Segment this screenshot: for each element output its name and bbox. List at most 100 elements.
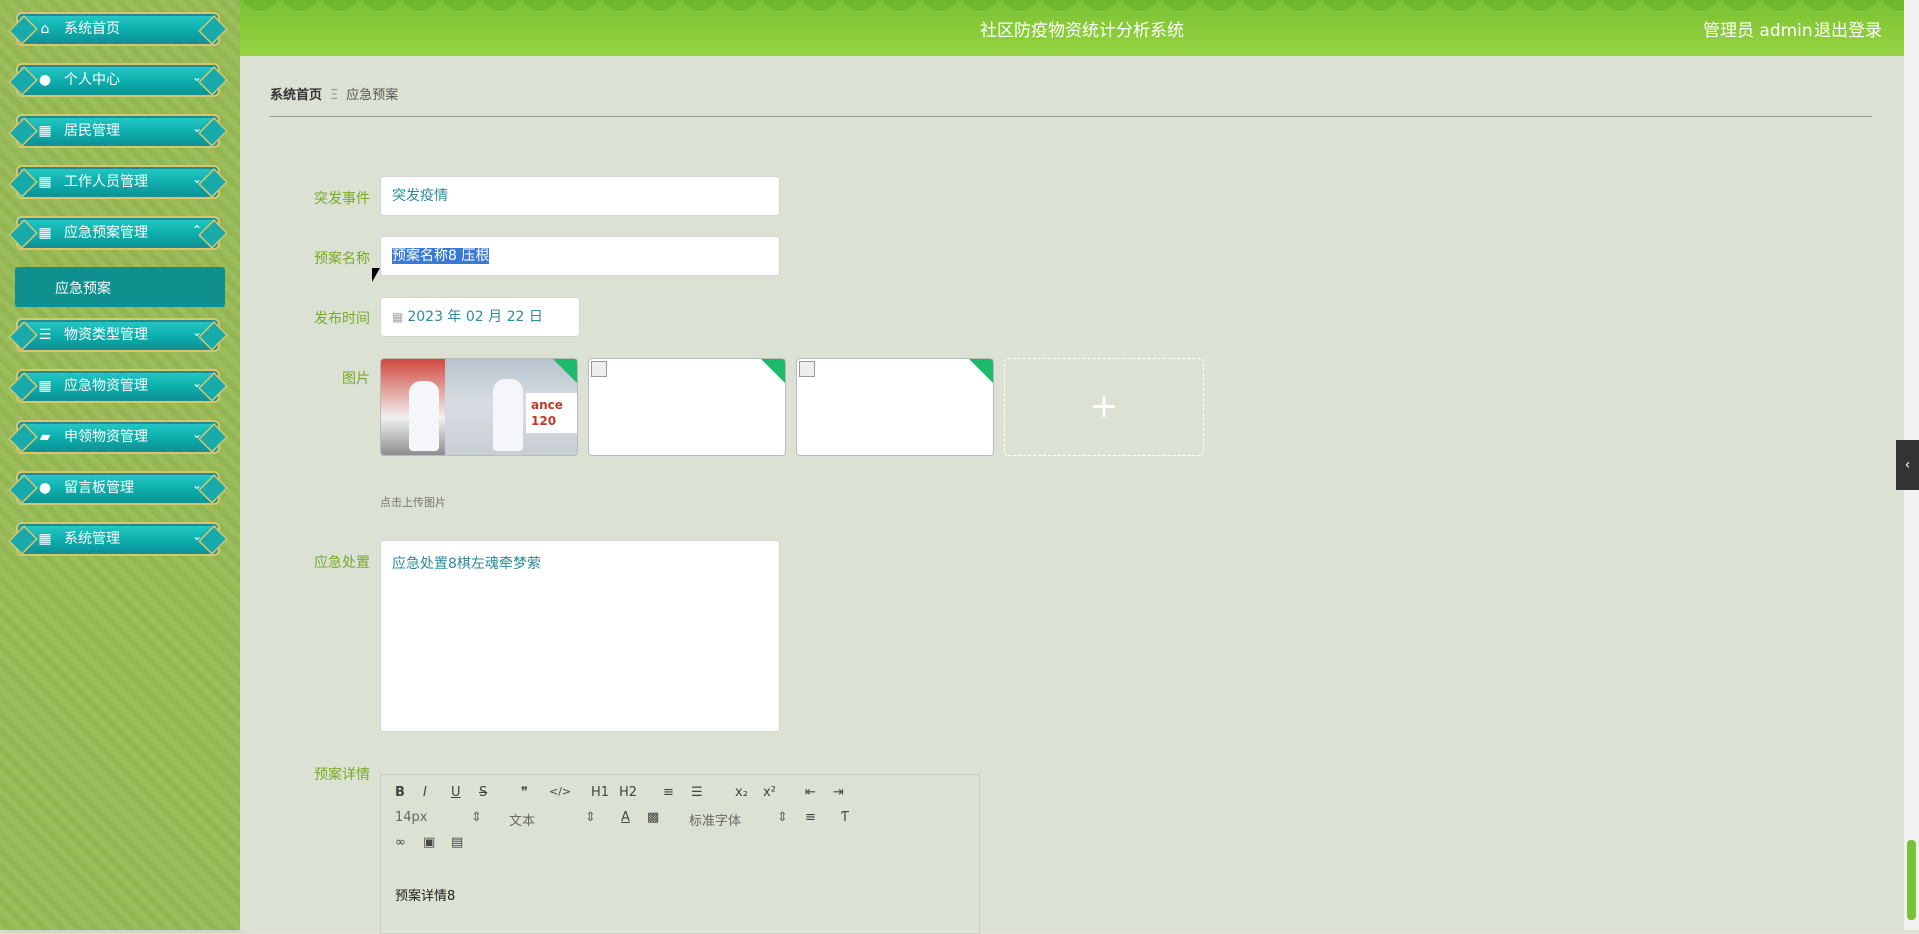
sidebar-item-label: 申领物资管理 [64,429,148,445]
upload-hint: 点击上传图片 [380,496,446,509]
publish-date-value: 2023 年 02 月 22 日 [407,309,543,325]
sidebar-item-emergency-materials[interactable]: ▦ 应急物资管理 ⌄ [8,366,228,406]
main-content: 系统首页 Ξ 应急预案 突发事件 突发疫情 预案名称 预案名称8 压根 发布时间 ▦… [240,56,1904,934]
chevron-down-icon: ⌄ [191,529,202,543]
h1-button[interactable]: H1 [591,785,609,800]
rich-text-editor: B I U S ❞ </> H1 H2 ≡ ☰ x₂ x² ⇤ ⇥ 14px ⇕… [380,774,980,934]
plan-name-input[interactable]: 预案名称8 压根 [380,236,780,276]
home-icon: ⌂ [40,21,50,37]
sidebar-item-label: 应急物资管理 [64,378,148,394]
handling-textarea[interactable]: 应急处置8棋左魂牵梦萦 [380,540,780,732]
sidebar-item-staff[interactable]: ▦ 工作人员管理 ⌄ [8,162,228,202]
video-icon[interactable]: ▤ [451,835,463,850]
font-color-icon[interactable]: A [621,810,630,825]
sidebar-item-residents[interactable]: ▦ 居民管理 ⌄ [8,111,228,151]
grid-icon: ▦ [38,378,52,394]
sidebar-subitem-emergency-plan[interactable]: 应急预案 [15,267,225,307]
grid-icon: ▦ [38,225,52,241]
calendar-icon: ▦ [392,310,404,324]
sidebar-item-messages[interactable]: ● 留言板管理 ⌄ [8,468,228,508]
grid-icon: ▦ [38,123,52,139]
sidebar-item-label: 工作人员管理 [64,174,148,190]
strike-button[interactable]: S [479,785,487,800]
image-text: ance 120 [531,398,563,428]
chevron-updown-icon: ⇕ [471,810,482,825]
chevron-down-icon: ⌄ [191,478,202,492]
detail-label: 预案详情 [314,767,370,783]
image-thumbnail[interactable]: ance 120 [380,358,578,456]
publish-date-label: 发布时间 [314,311,370,327]
image-thumbnail[interactable] [588,358,786,456]
chevron-down-icon: ⌄ [191,121,202,135]
plus-icon: + [1089,386,1119,426]
underline-button[interactable]: U [451,785,461,800]
event-label: 突发事件 [314,191,370,207]
breadcrumb-home[interactable]: 系统首页 [270,88,322,103]
indent-button[interactable]: ⇥ [833,785,844,800]
link-icon[interactable]: ∞ [395,835,406,850]
sidebar-item-label: 物资类型管理 [64,327,148,343]
image-icon[interactable]: ▣ [423,835,435,850]
briefcase-icon: ▰ [39,429,51,445]
ordered-list-button[interactable]: ≡ [663,785,674,800]
chevron-down-icon: ⌄ [191,427,202,441]
logout-link[interactable]: 退出登录 [1814,16,1882,41]
image-label: 图片 [342,371,370,387]
collapse-panel-button[interactable]: ‹ [1896,440,1919,490]
editor-content[interactable]: 预案详情8 [395,885,455,904]
bold-button[interactable]: B [395,785,405,800]
chevron-down-icon: ⌄ [191,172,202,186]
sidebar-item-label: 应急预案管理 [64,225,148,241]
sidebar-item-claims[interactable]: ▰ 申领物资管理 ⌄ [8,417,228,457]
font-size-select[interactable]: 14px [395,810,428,825]
top-header: 社区防疫物资统计分析系统 管理员 admin 退出登录 [240,0,1904,56]
broken-image-icon [591,361,607,377]
bullet-list-button[interactable]: ☰ [691,785,703,800]
divider [270,116,1872,117]
italic-button[interactable]: I [423,785,427,800]
sidebar-subitem-label: 应急预案 [55,281,111,297]
code-button[interactable]: </> [549,785,571,798]
plan-name-label: 预案名称 [314,251,370,267]
sidebar-item-home[interactable]: ⌂ 系统首页 [8,9,228,49]
chevron-left-icon: ‹ [1904,457,1911,473]
sidebar-item-material-types[interactable]: ☰ 物资类型管理 ⌄ [8,315,228,355]
background-color-icon[interactable]: ▩ [647,810,659,825]
chevron-updown-icon: ⇕ [585,810,596,825]
publish-date-picker[interactable]: ▦ 2023 年 02 月 22 日 [380,297,580,337]
align-icon[interactable]: ≡ [805,810,816,825]
breadcrumb-current: 应急预案 [346,88,399,103]
chevron-down-icon: ⌄ [191,325,202,339]
blockquote-button[interactable]: ❞ [521,785,528,800]
sidebar-item-label: 系统首页 [64,21,120,37]
sidebar-item-personal[interactable]: ● 个人中心 ⌄ [8,60,228,100]
sidebar: ⌂ 系统首页 ● 个人中心 ⌄ ▦ 居民管理 ⌄ ▦ 工作人员管理 ⌄ ▦ 应急… [0,0,240,930]
font-family-select[interactable]: 标准字体 [689,810,741,829]
clear-format-icon[interactable]: Ƭ [841,810,849,825]
sidebar-item-label: 系统管理 [64,531,120,547]
sidebar-item-label: 留言板管理 [64,480,134,496]
mouse-cursor-icon [372,268,380,282]
upload-image-button[interactable]: + [1004,358,1204,456]
sidebar-item-label: 居民管理 [64,123,120,139]
broken-image-icon [799,361,815,377]
breadcrumb: 系统首页 Ξ 应急预案 [270,84,398,103]
subscript-button[interactable]: x₂ [735,785,748,800]
superscript-button[interactable]: x² [763,785,776,800]
bulb-icon: ● [38,480,52,496]
event-input[interactable]: 突发疫情 [380,176,780,216]
grid-icon: ▦ [38,531,52,547]
user-label: 管理员 admin [1703,21,1813,41]
app-title: 社区防疫物资统计分析系统 [980,21,1184,41]
chevron-updown-icon: ⇕ [777,810,788,825]
outdent-button[interactable]: ⇤ [805,785,816,800]
h2-button[interactable]: H2 [619,785,637,800]
text-type-select[interactable]: 文本 [509,810,535,829]
sidebar-item-label: 个人中心 [64,72,120,88]
user-icon: ● [38,72,52,88]
grid-icon: ▦ [38,174,52,190]
chevron-up-icon: ⌃ [191,223,202,237]
image-thumbnail[interactable] [796,358,994,456]
sidebar-item-system[interactable]: ▦ 系统管理 ⌄ [8,519,228,559]
sidebar-item-emergency-plan[interactable]: ▦ 应急预案管理 ⌃ [8,213,228,253]
